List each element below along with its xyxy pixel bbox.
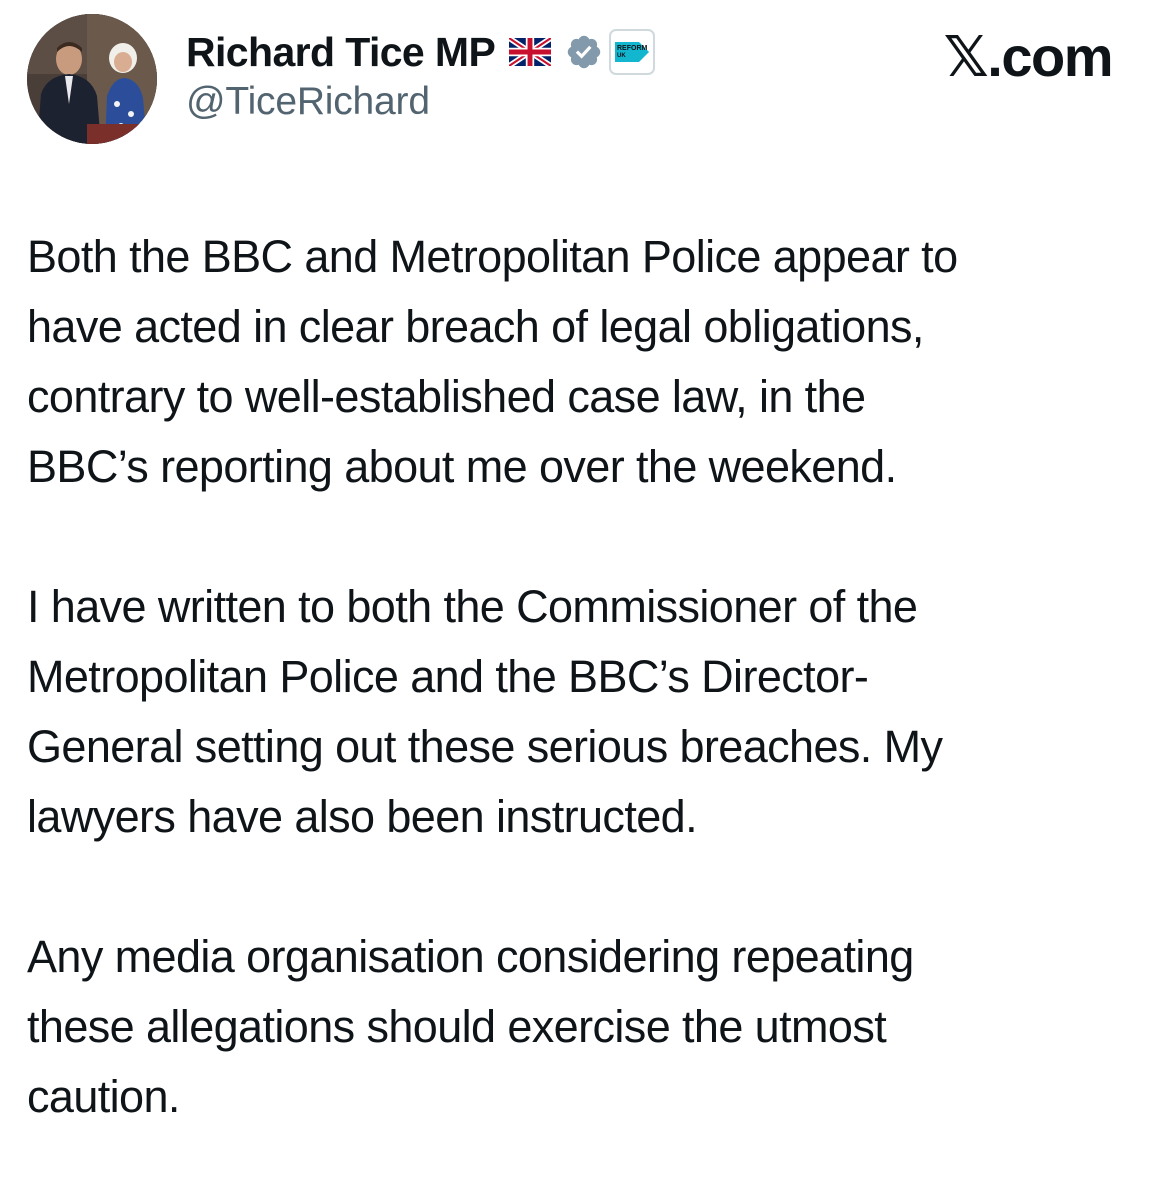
- avatar-photo: [27, 14, 157, 144]
- avatar[interactable]: [27, 14, 157, 144]
- x-brand-label: 𝕏.com: [943, 25, 1114, 88]
- reform-uk-affiliate-icon[interactable]: REFORM UK: [609, 29, 656, 75]
- tweet-paragraph: Both the BBC and Metropolitan Police app…: [27, 231, 958, 492]
- display-name[interactable]: Richard Tice MP: [186, 29, 496, 76]
- affiliate-badge-text-2: UK: [617, 53, 626, 59]
- tweet-text: Both the BBC and Metropolitan Police app…: [27, 222, 1147, 1202]
- handle[interactable]: @TiceRichard: [186, 80, 655, 124]
- tweet-paragraph: I have written to both the Commissioner …: [27, 581, 943, 842]
- tweet-card: Richard Tice MP REFORM UK @TiceRichard 𝕏…: [0, 0, 1170, 1173]
- name-row: Richard Tice MP REFORM UK: [186, 26, 656, 78]
- uk-flag-icon: [507, 35, 553, 69]
- tweet-paragraph: Any media organisation considering repea…: [27, 931, 914, 1122]
- affiliate-badge-text-1: REFORM: [617, 45, 648, 52]
- verified-badge-icon[interactable]: [565, 33, 603, 71]
- author-block: Richard Tice MP REFORM UK @TiceRichard: [186, 26, 656, 124]
